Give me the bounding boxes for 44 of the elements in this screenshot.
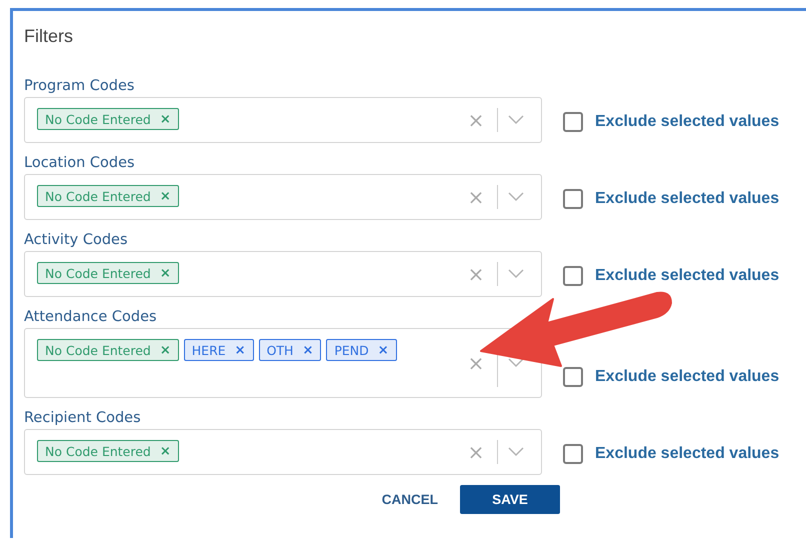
- tag-label: No Code Entered: [45, 444, 151, 458]
- clear-button[interactable]: ×: [465, 185, 487, 209]
- field-label: Activity Codes: [24, 231, 129, 250]
- multi-select-field[interactable]: No Code Entered × ×: [24, 251, 542, 297]
- checkbox[interactable]: [563, 112, 583, 132]
- remove-tag-button[interactable]: ×: [302, 342, 314, 358]
- checkbox-label: Exclude selected values: [595, 190, 780, 208]
- clear-button[interactable]: ×: [465, 440, 487, 464]
- checkbox-label: Exclude selected values: [595, 445, 780, 463]
- save-button[interactable]: SAVE: [460, 485, 560, 514]
- cancel-button[interactable]: CANCEL: [380, 485, 440, 514]
- field-label: Attendance Codes: [24, 308, 158, 327]
- tag-label: No Code Entered: [45, 342, 151, 358]
- field-label: Program Codes: [24, 77, 136, 96]
- tag-label: No Code Entered: [45, 112, 151, 126]
- panel-title: Filters: [24, 25, 74, 48]
- tag-label: No Code Entered: [45, 266, 151, 280]
- multi-select-field[interactable]: No Code Entered × ×: [24, 174, 542, 220]
- clear-button[interactable]: ×: [465, 108, 487, 132]
- remove-tag-button[interactable]: ×: [160, 188, 171, 204]
- checkbox-label: Exclude selected values: [595, 368, 780, 386]
- tag-label: PEND: [334, 342, 369, 358]
- checkbox[interactable]: [563, 367, 583, 387]
- clear-button[interactable]: ×: [465, 351, 487, 375]
- multi-select-field[interactable]: No Code Entered × ×: [24, 97, 542, 143]
- remove-tag-button[interactable]: ×: [234, 342, 246, 358]
- field-label: Recipient Codes: [24, 409, 142, 428]
- tag-label: No Code Entered: [45, 188, 151, 204]
- checkbox-label: Exclude selected values: [595, 267, 780, 285]
- remove-tag-button[interactable]: ×: [160, 444, 171, 458]
- tag-label: OTH: [266, 342, 294, 358]
- checkbox-label: Exclude selected values: [595, 113, 780, 131]
- remove-tag-button[interactable]: ×: [378, 342, 389, 358]
- remove-tag-button[interactable]: ×: [160, 112, 171, 126]
- remove-tag-button[interactable]: ×: [160, 266, 171, 280]
- chevron-down-icon[interactable]: [508, 358, 524, 368]
- checkbox[interactable]: [563, 266, 583, 286]
- remove-tag-button[interactable]: ×: [160, 342, 171, 358]
- checkbox[interactable]: [563, 189, 583, 209]
- field-label: Location Codes: [24, 154, 136, 173]
- checkbox[interactable]: [563, 444, 583, 464]
- tag-label: HERE: [192, 342, 226, 358]
- multi-select-field[interactable]: No Code Entered × ×: [24, 429, 542, 475]
- clear-button[interactable]: ×: [465, 262, 487, 286]
